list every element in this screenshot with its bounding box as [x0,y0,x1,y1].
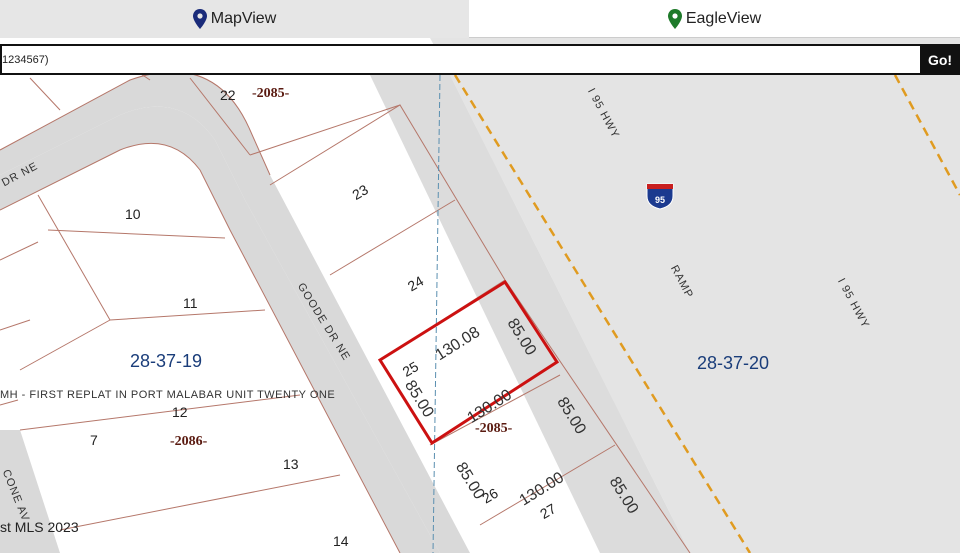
section-28-37-20: 28-37-20 [697,353,769,373]
tab-map-view[interactable]: MapView [0,0,469,38]
lot-22: 22 [220,87,236,103]
lot-25: 25 [400,358,422,380]
section-28-37-19: 28-37-19 [130,351,202,371]
lot-23: 23 [349,181,371,203]
lot-24: 24 [405,273,427,295]
copyright-text: st MLS 2023 [0,519,79,535]
eagle-pin-icon [667,8,682,29]
subdivision-label: MH - FIRST REPLAT IN PORT MALABAR UNIT T… [0,389,335,401]
tab-eagle-view-label: EagleView [685,9,762,27]
search-bar: Go! [0,44,960,75]
interstate-95-shield-icon: 95 [646,183,674,210]
map-pin-icon [192,9,207,29]
parcel-map-canvas[interactable]: 22 10 11 12 7 13 14 23 24 25 26 27 130.0… [0,38,960,553]
road-dr-ne [0,106,440,553]
lot-12: 12 [172,404,188,420]
block-2085-top: -2085- [252,86,290,101]
lot-14: 14 [333,533,349,549]
shield-number: 95 [655,195,665,205]
dim-lot26-left: 85.00 [452,459,488,502]
view-tabs: MapView EagleView [0,0,960,38]
block-2085-bottom: -2085- [475,421,513,436]
lot-27: 27 [537,500,559,522]
tab-map-view-label: MapView [210,10,277,27]
block-2086: -2086- [170,434,208,449]
lot-13: 13 [283,456,299,472]
lot-11: 11 [183,295,198,311]
dim-left: 85.00 [401,378,437,421]
tab-eagle-view[interactable]: EagleView [469,0,960,38]
go-button[interactable]: Go! [920,44,960,75]
dim-top: 130.08 [433,324,484,364]
parcel-map[interactable]: 22 10 11 12 7 13 14 23 24 25 26 27 130.0… [0,38,960,553]
dim-lot26-top: 130.00 [517,469,568,509]
search-input[interactable] [2,46,920,73]
lot-7: 7 [90,432,98,448]
lot-10: 10 [125,206,141,222]
